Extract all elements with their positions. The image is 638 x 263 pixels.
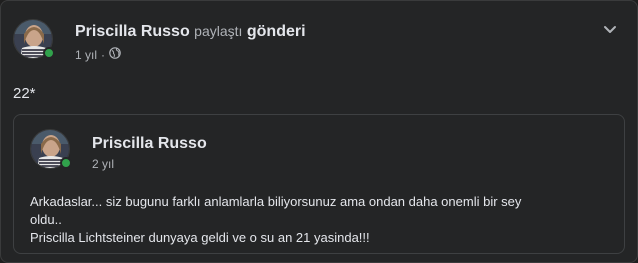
online-status-dot [43, 47, 55, 59]
shared-post-body: Arkadaslar... siz bugunu farklı anlamlar… [30, 193, 610, 247]
post-timestamp[interactable]: 1 yıl [75, 48, 97, 62]
post-header: Priscilla Russo paylaştı gönderi 1 yıl · [13, 17, 625, 67]
meta-separator: · [101, 47, 106, 62]
globe-icon [109, 47, 121, 62]
post-meta: 1 yıl · [75, 47, 121, 62]
shared-post-line: oldu.. [30, 212, 62, 227]
author-avatar[interactable] [13, 19, 55, 59]
post-object-link[interactable]: gönderi [247, 23, 306, 40]
shared-post-meta: 2 yıl [92, 157, 114, 171]
post-title-line: Priscilla Russo paylaştı gönderi [75, 23, 306, 41]
post-card: Priscilla Russo paylaştı gönderi 1 yıl ·… [0, 0, 638, 263]
action-text: paylaştı [194, 23, 243, 39]
shared-post[interactable]: Priscilla Russo 2 yıl Arkadaslar... siz … [13, 114, 625, 254]
shared-title-line: Priscilla Russo [92, 135, 207, 153]
shared-post-line: Arkadaslar... siz bugunu farklı anlamlar… [30, 194, 522, 209]
post-text: 22* [13, 85, 36, 102]
online-status-dot [60, 157, 72, 169]
shared-author-name[interactable]: Priscilla Russo [92, 135, 207, 152]
shared-post-timestamp[interactable]: 2 yıl [92, 157, 114, 171]
shared-author-avatar[interactable] [30, 129, 72, 169]
chevron-down-icon[interactable] [601, 21, 619, 39]
shared-post-line: Priscilla Lichtsteiner dunyaya geldi ve … [30, 230, 370, 245]
author-name[interactable]: Priscilla Russo [75, 23, 190, 40]
